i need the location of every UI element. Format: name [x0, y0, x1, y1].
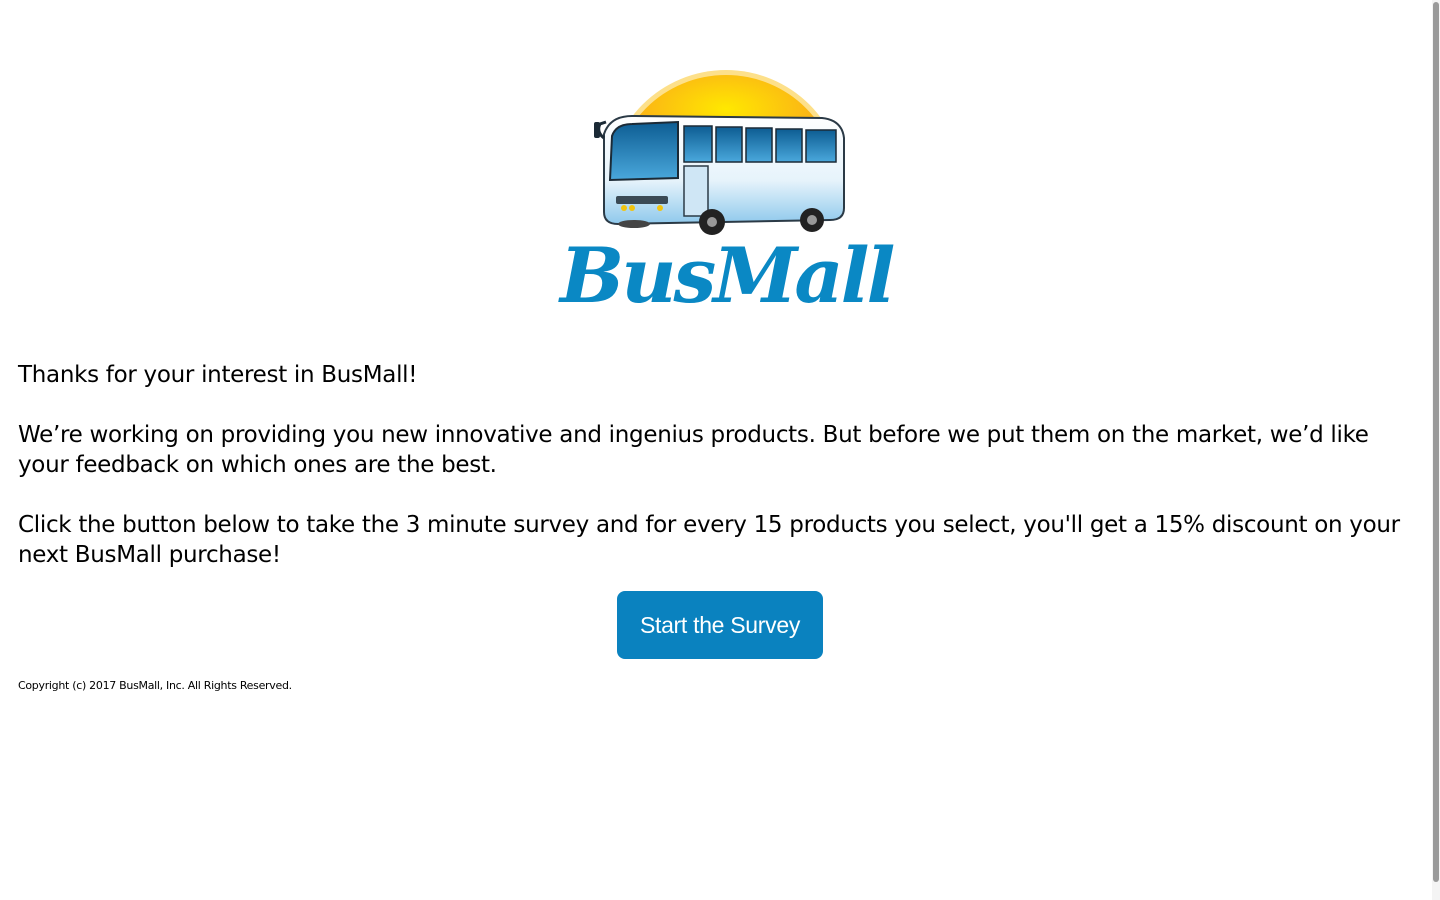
intro-section: Thanks for your interest in BusMall! We’…: [18, 360, 1413, 600]
bus-sun-icon: [594, 70, 845, 235]
page: BusMall Thanks for your interest in BusM…: [0, 0, 1440, 900]
start-survey-button[interactable]: Start the Survey: [617, 591, 823, 659]
cta-row: Start the Survey: [0, 591, 1440, 659]
scrollbar-thumb[interactable]: [1433, 2, 1439, 882]
copyright-text: Copyright (c) 2017 BusMall, Inc. All Rig…: [18, 679, 292, 692]
intro-description: We’re working on providing you new innov…: [18, 422, 1369, 478]
intro-instructions: Click the button below to take the 3 min…: [18, 512, 1400, 568]
logo-wordmark: BusMall: [560, 231, 895, 320]
vertical-scrollbar[interactable]: [1432, 0, 1440, 900]
intro-thanks: Thanks for your interest in BusMall!: [18, 362, 418, 388]
busmall-logo: BusMall: [560, 38, 895, 323]
